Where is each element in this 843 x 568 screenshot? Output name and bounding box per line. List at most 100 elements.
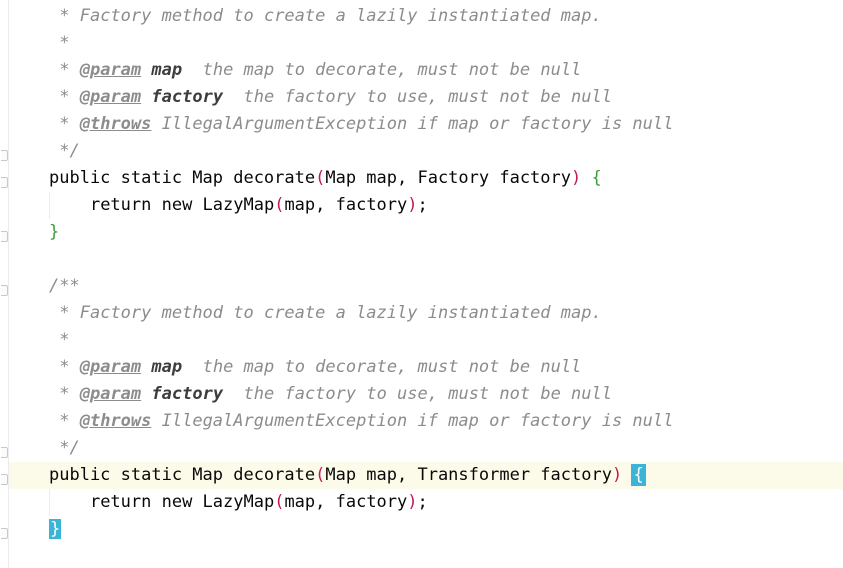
code-token: ( (315, 465, 326, 485)
code-line-current[interactable]: public static Map decorate(Map map, Tran… (9, 462, 843, 489)
code-token: @throws (79, 114, 152, 134)
code-line[interactable]: */ (9, 435, 843, 462)
code-editor[interactable]: * Factory method to create a lazily inst… (9, 0, 843, 568)
code-line[interactable]: * @param map the map to decorate, must n… (9, 354, 843, 381)
code-line-content: return new LazyMap(map, factory); (49, 192, 428, 219)
code-token: the factory to use, must not be null (223, 384, 612, 404)
code-token: ) (571, 168, 582, 188)
code-line-content: /** (49, 273, 80, 300)
fold-marker-icon[interactable] (1, 231, 8, 242)
code-token: * (59, 60, 80, 80)
code-line[interactable]: * @param map the map to decorate, must n… (9, 57, 843, 84)
code-token: ; (417, 492, 428, 512)
code-token: { (631, 464, 646, 486)
code-token: @param (79, 87, 142, 107)
code-line[interactable]: } (9, 516, 843, 543)
code-token: * (59, 87, 80, 107)
code-token: factory (151, 87, 224, 107)
code-line-content: return new LazyMap(map, factory); (49, 489, 428, 516)
code-token: map, factory (284, 195, 408, 215)
code-line-content: */ (49, 435, 80, 462)
code-line-content: * @throws IllegalArgumentException if ma… (49, 408, 673, 435)
code-line[interactable]: return new LazyMap(map, factory); (9, 192, 843, 219)
code-token: ) (407, 492, 418, 512)
code-token: @param (79, 357, 142, 377)
fold-marker-icon[interactable] (1, 177, 8, 188)
code-line[interactable]: return new LazyMap(map, factory); (9, 489, 843, 516)
code-line[interactable]: * @param factory the factory to use, mus… (9, 84, 843, 111)
code-token: @param (79, 384, 142, 404)
code-token: the map to decorate, must not be null (182, 60, 582, 80)
code-token: public static Map decorate (49, 465, 316, 485)
code-line-content: * Factory method to create a lazily inst… (49, 300, 602, 327)
code-line-content: * (49, 30, 70, 57)
code-line[interactable]: * (9, 327, 843, 354)
code-token: */ (59, 438, 80, 458)
code-token: factory (151, 384, 224, 404)
code-line[interactable]: * (9, 30, 843, 57)
code-token: return new LazyMap (89, 195, 275, 215)
code-token: } (49, 222, 60, 242)
code-token: the map to decorate, must not be null (182, 357, 582, 377)
code-line-content: * @param map the map to decorate, must n… (49, 354, 581, 381)
code-line-content: * Factory method to create a lazily inst… (49, 3, 601, 30)
code-token: } (49, 519, 62, 539)
code-line-content: } (49, 219, 59, 246)
fold-marker-icon[interactable] (1, 447, 8, 458)
code-line[interactable]: /** (9, 273, 843, 300)
code-line-content: * @param factory the factory to use, mus… (49, 381, 612, 408)
code-token: * (59, 411, 80, 431)
code-token: * (59, 357, 80, 377)
code-token: * (59, 33, 70, 53)
code-token: public static Map decorate (49, 168, 316, 188)
code-line-content: public static Map decorate(Map map, Tran… (49, 462, 646, 489)
code-token: IllegalArgumentException if map or facto… (151, 411, 674, 431)
code-line-content: } (49, 516, 62, 543)
fold-marker-icon[interactable] (1, 285, 8, 296)
fold-marker-icon[interactable] (1, 528, 8, 539)
code-line[interactable]: public static Map decorate(Map map, Fact… (9, 165, 843, 192)
code-token: ) (407, 195, 418, 215)
code-line-content: * @param factory the factory to use, mus… (49, 84, 612, 111)
code-token: ) (611, 465, 623, 485)
code-line-content: */ (49, 138, 80, 165)
code-token: */ (59, 141, 80, 161)
fold-marker-icon[interactable] (1, 150, 8, 161)
code-line[interactable] (9, 246, 843, 273)
code-line[interactable]: */ (9, 138, 843, 165)
code-line[interactable]: * Factory method to create a lazily inst… (9, 3, 843, 30)
editor-gutter (0, 0, 9, 568)
code-token: Factory method to create a lazily instan… (79, 303, 602, 323)
code-token: * (59, 114, 80, 134)
code-line[interactable]: * @throws IllegalArgumentException if ma… (9, 408, 843, 435)
code-token: @param (79, 60, 142, 80)
code-token: the factory to use, must not be null (223, 87, 612, 107)
code-line-content: * @param map the map to decorate, must n… (49, 57, 581, 84)
code-token: map, factory (284, 492, 408, 512)
code-token: return new LazyMap (89, 492, 275, 512)
code-token: ( (274, 492, 285, 512)
code-line[interactable]: * Factory method to create a lazily inst… (9, 300, 843, 327)
code-token: ; (417, 195, 428, 215)
code-line[interactable]: * @param factory the factory to use, mus… (9, 381, 843, 408)
code-line[interactable]: * @throws IllegalArgumentException if ma… (9, 111, 843, 138)
code-line[interactable]: } (9, 219, 843, 246)
fold-marker-icon[interactable] (1, 474, 8, 485)
code-token: Map map, Transformer factory (325, 465, 612, 485)
